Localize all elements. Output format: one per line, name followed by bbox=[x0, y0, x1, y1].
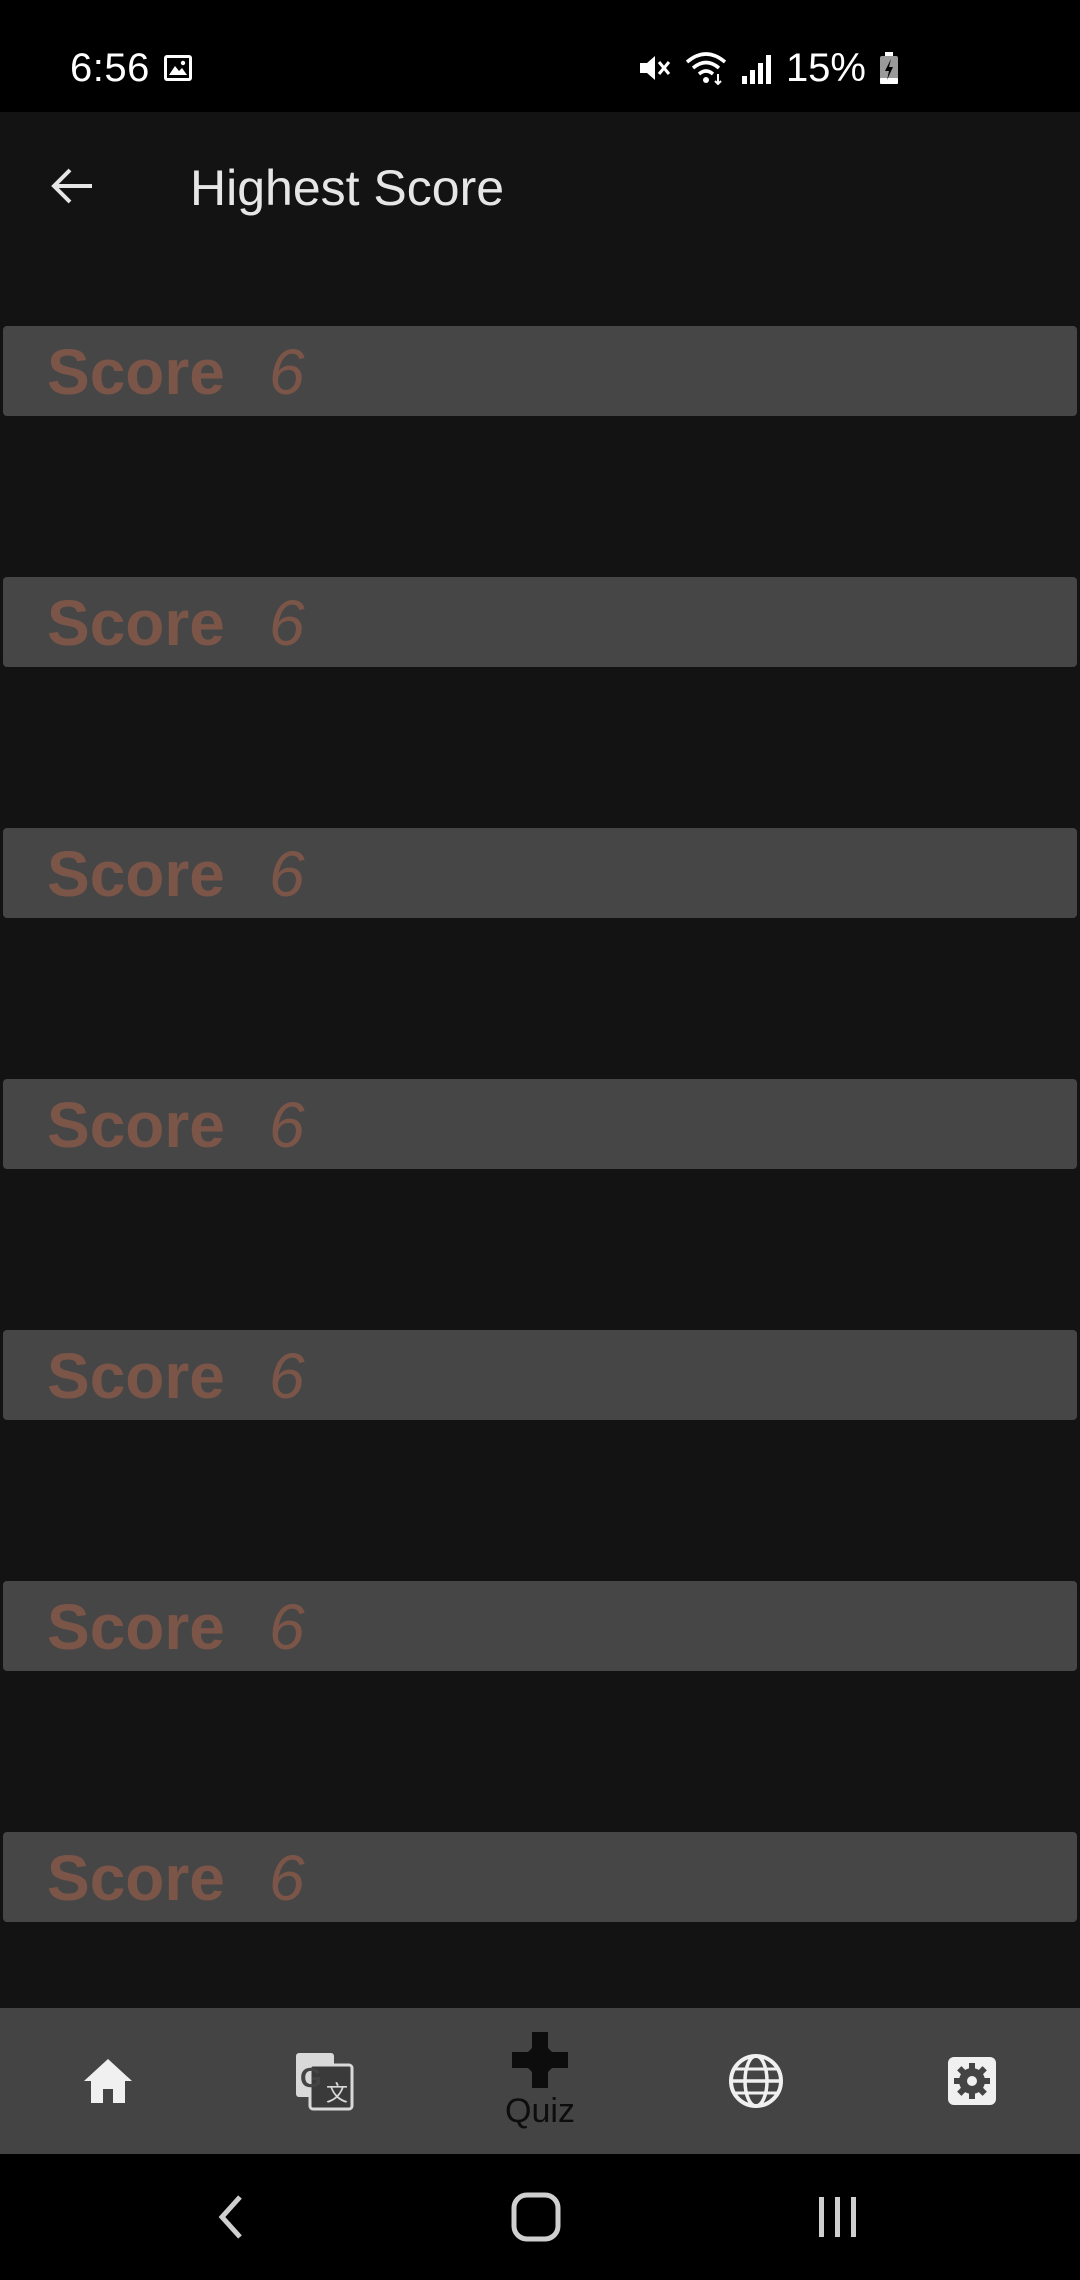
nav-item-home[interactable] bbox=[0, 2008, 216, 2154]
system-back-button[interactable] bbox=[192, 2184, 272, 2250]
translate-icon: G 文 bbox=[296, 2053, 354, 2111]
score-label: Score bbox=[47, 838, 225, 910]
nav-item-globe[interactable] bbox=[648, 2008, 864, 2154]
bottom-navigation: G 文 Quiz bbox=[0, 2008, 1080, 2154]
battery-percentage: 15% bbox=[785, 46, 866, 90]
globe-icon bbox=[729, 2054, 783, 2108]
score-value: 6 bbox=[269, 838, 305, 910]
system-recents-button[interactable] bbox=[798, 2184, 878, 2250]
status-time: 6:56 bbox=[70, 46, 150, 90]
nav-label-quiz: Quiz bbox=[505, 2092, 575, 2130]
system-navigation bbox=[0, 2154, 1080, 2280]
svg-text:G: G bbox=[300, 2062, 322, 2093]
settings-icon bbox=[948, 2057, 996, 2105]
score-value: 6 bbox=[269, 336, 305, 408]
chevron-left-icon bbox=[218, 2195, 242, 2239]
gamepad-icon bbox=[512, 2032, 568, 2088]
score-value: 6 bbox=[269, 1842, 305, 1914]
home-outline-icon bbox=[511, 2192, 561, 2242]
score-value: 6 bbox=[269, 1591, 305, 1663]
highest-score-screen: 6:56 15% Highest Score Score 6 Score 6 S… bbox=[0, 0, 1080, 2280]
battery-charging-icon bbox=[880, 52, 898, 84]
gallery-icon bbox=[164, 55, 192, 81]
wifi-icon bbox=[685, 52, 727, 86]
score-label: Score bbox=[47, 1089, 225, 1161]
score-row[interactable]: Score 6 bbox=[3, 1832, 1077, 1922]
score-row[interactable]: Score 6 bbox=[3, 326, 1077, 416]
score-row[interactable]: Score 6 bbox=[3, 828, 1077, 918]
score-label: Score bbox=[47, 1591, 225, 1663]
recents-icon bbox=[819, 2197, 856, 2237]
signal-icon bbox=[741, 55, 771, 84]
score-row[interactable]: Score 6 bbox=[3, 1330, 1077, 1420]
status-bar: 6:56 15% bbox=[0, 0, 1080, 112]
page-title: Highest Score bbox=[190, 160, 505, 216]
score-value: 6 bbox=[269, 587, 305, 659]
score-label: Score bbox=[47, 1842, 225, 1914]
back-button[interactable] bbox=[36, 150, 108, 222]
home-icon bbox=[84, 2059, 132, 2103]
mute-icon bbox=[639, 56, 671, 80]
nav-item-translate[interactable]: G 文 bbox=[216, 2008, 432, 2154]
svg-text:文: 文 bbox=[326, 2081, 348, 2106]
app-bar: Highest Score bbox=[0, 112, 1080, 264]
score-value: 6 bbox=[269, 1340, 305, 1412]
score-row[interactable]: Score 6 bbox=[3, 1581, 1077, 1671]
status-icons: 15% bbox=[636, 44, 900, 92]
score-label: Score bbox=[47, 336, 225, 408]
score-label: Score bbox=[47, 1340, 225, 1412]
nav-item-settings[interactable] bbox=[864, 2008, 1080, 2154]
score-value: 6 bbox=[269, 1089, 305, 1161]
system-home-button[interactable] bbox=[496, 2184, 576, 2250]
score-row[interactable]: Score 6 bbox=[3, 1079, 1077, 1169]
score-label: Score bbox=[47, 587, 225, 659]
arrow-back-icon bbox=[51, 168, 92, 204]
nav-item-quiz[interactable]: Quiz bbox=[432, 2008, 648, 2154]
score-row[interactable]: Score 6 bbox=[3, 577, 1077, 667]
